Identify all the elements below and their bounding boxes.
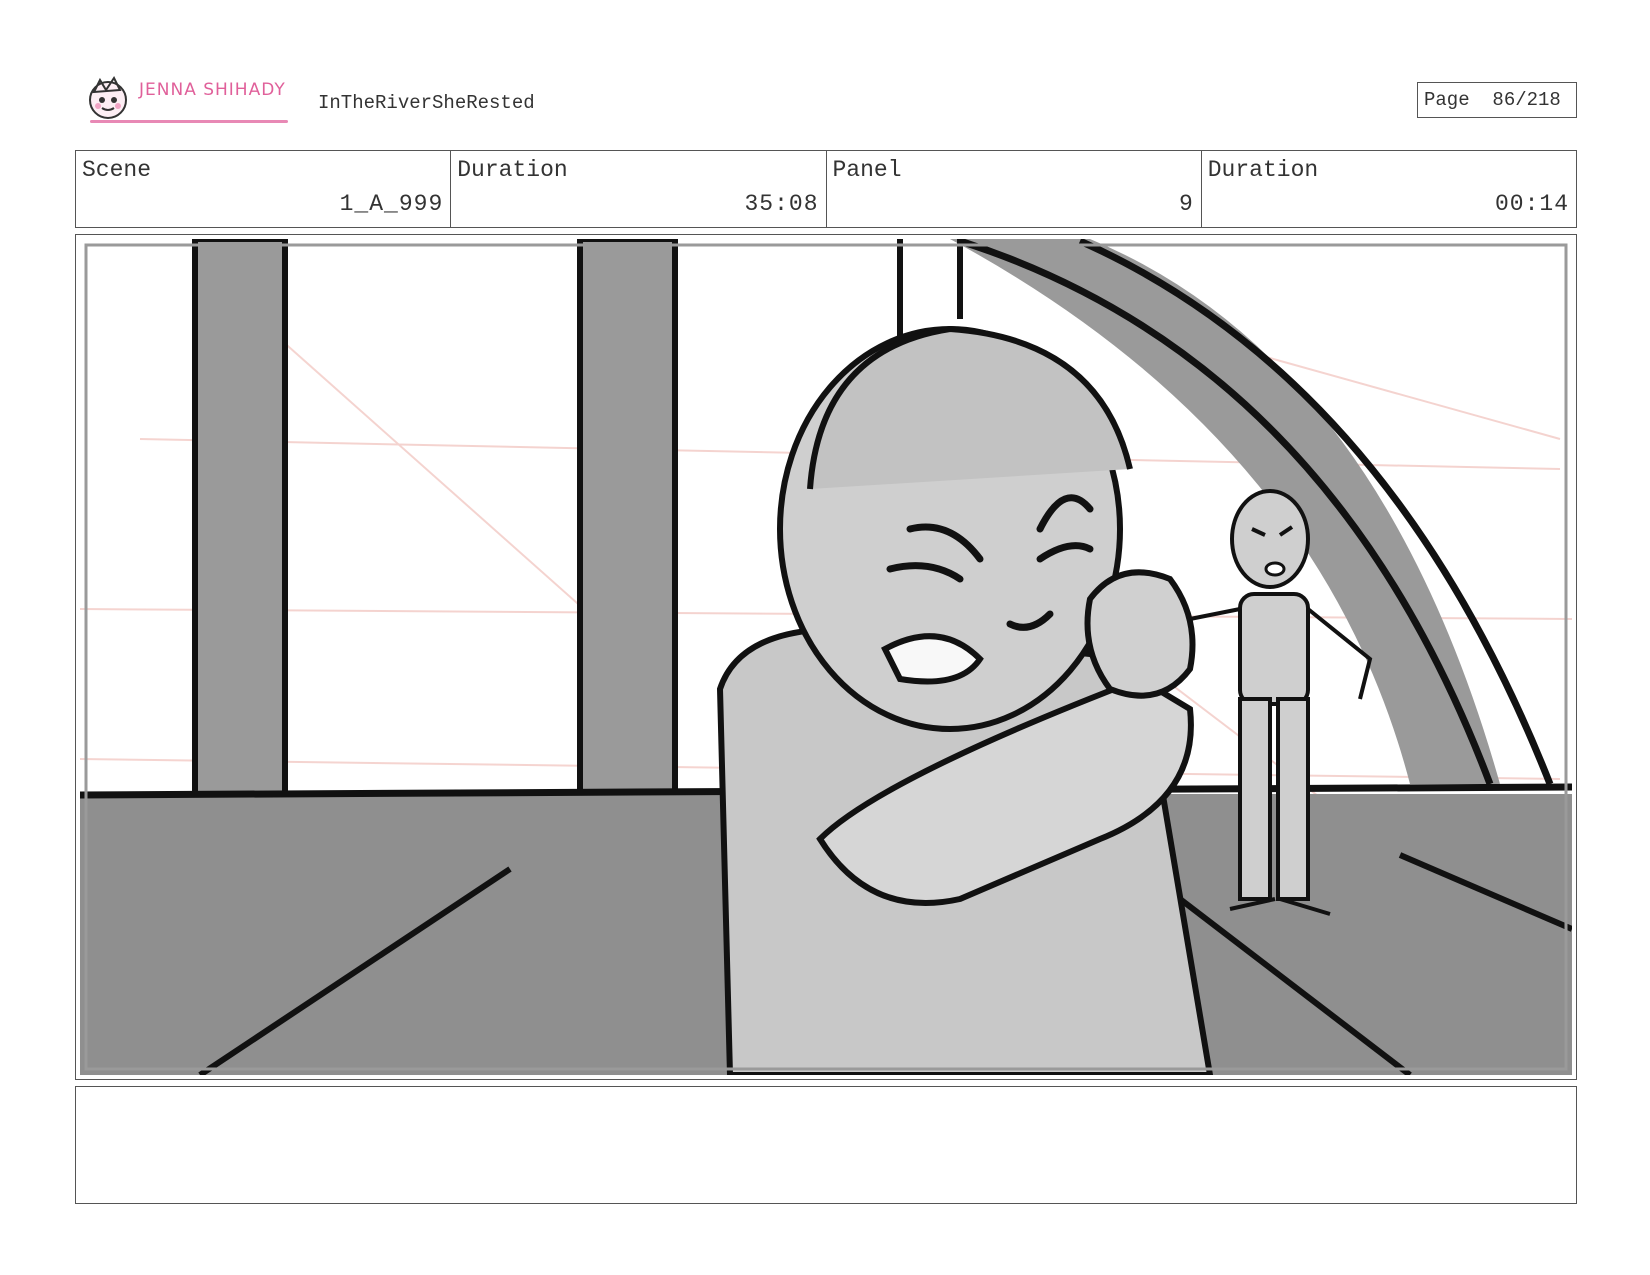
panel-duration-value: 00:14	[1494, 191, 1569, 217]
panel-label: Panel	[832, 157, 902, 183]
scene-duration-label: Duration	[457, 157, 568, 183]
panel-cell: Panel 9	[827, 151, 1202, 227]
panel-duration-cell: Duration 00:14	[1202, 151, 1576, 227]
artist-logo: JENNA SHIHADY	[84, 76, 292, 126]
page-number: 86/218	[1492, 89, 1561, 111]
logo-underline	[90, 120, 288, 123]
scene-value: 1_A_999	[339, 191, 444, 217]
project-title: InTheRiverSheRested	[318, 92, 535, 114]
panel-info-row: Scene 1_A_999 Duration 35:08 Panel 9 Dur…	[75, 150, 1577, 228]
page-label: Page	[1424, 89, 1470, 111]
panel-duration-label: Duration	[1207, 157, 1319, 183]
storyboard-panel	[75, 234, 1577, 1080]
scene-cell: Scene 1_A_999	[76, 151, 452, 227]
page-indicator: Page 86/218	[1417, 82, 1577, 118]
logo-title: JENNA SHIHADY	[139, 80, 286, 100]
panel-notes-box[interactable]	[75, 1086, 1577, 1204]
scene-duration-value: 35:08	[744, 191, 819, 217]
storyboard-sketch-image	[80, 239, 1572, 1075]
scene-duration-cell: Duration 35:08	[451, 151, 827, 227]
panel-value: 9	[1178, 191, 1194, 217]
scene-label: Scene	[82, 157, 152, 183]
artist-avatar-icon	[89, 76, 127, 119]
